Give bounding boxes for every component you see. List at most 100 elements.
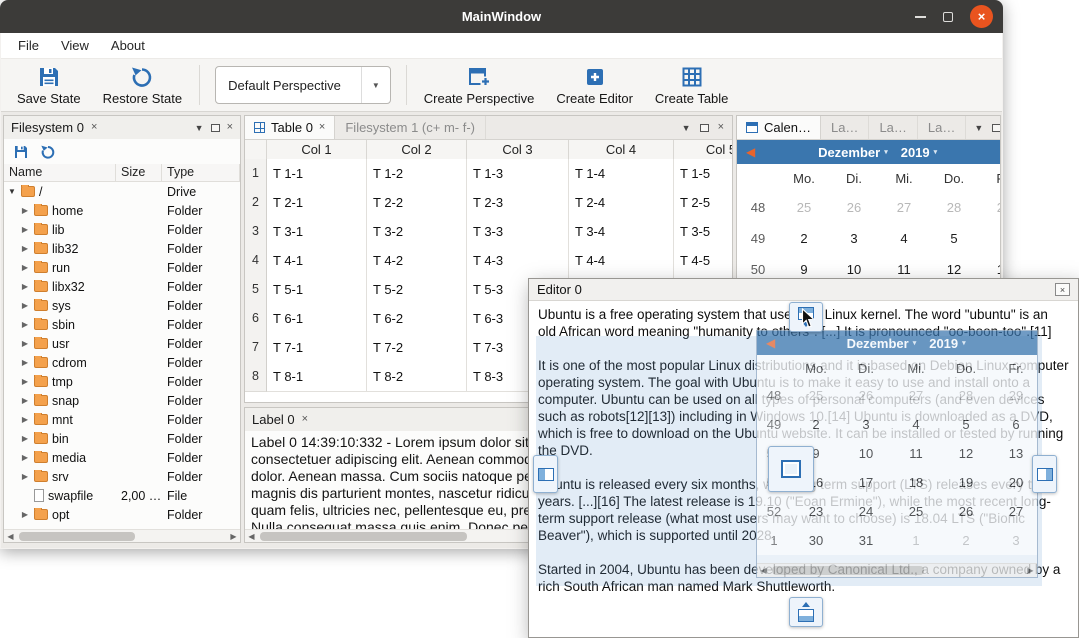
row-header[interactable]: 7 bbox=[245, 333, 267, 363]
table-cell[interactable]: T 5-2 bbox=[367, 275, 467, 305]
row-header[interactable]: 3 bbox=[245, 217, 267, 247]
maximize-button[interactable] bbox=[943, 12, 953, 22]
dock-drop-left-indicator[interactable] bbox=[533, 455, 558, 493]
tree-row[interactable]: / Drive bbox=[4, 182, 240, 201]
save-icon[interactable] bbox=[13, 144, 29, 160]
minimize-button[interactable] bbox=[915, 16, 926, 18]
table-cell[interactable]: T 8-2 bbox=[367, 362, 467, 392]
column-header-type[interactable]: Type bbox=[162, 164, 240, 181]
dock-float-icon[interactable] bbox=[700, 124, 709, 132]
year-dropdown-icon[interactable]: ▾ bbox=[934, 148, 938, 156]
dock-drop-right-indicator[interactable] bbox=[1032, 455, 1057, 493]
tree-row[interactable]: usr Folder bbox=[4, 334, 240, 353]
chevron-down-icon[interactable]: ▼ bbox=[361, 67, 390, 103]
table-cell[interactable]: T 6-1 bbox=[267, 304, 367, 334]
tab-label-dock[interactable]: La… bbox=[918, 116, 966, 139]
calendar-day[interactable]: 6 bbox=[979, 231, 1001, 246]
calendar-day[interactable]: 13 bbox=[979, 262, 1001, 277]
tree-row[interactable]: libx32 Folder bbox=[4, 277, 240, 296]
tree-row[interactable]: swapfile 2,00 … File bbox=[4, 486, 240, 505]
expander-icon[interactable] bbox=[20, 225, 30, 234]
row-header[interactable]: 5 bbox=[245, 275, 267, 305]
tree-row[interactable]: home Folder bbox=[4, 201, 240, 220]
column-header-name[interactable]: Name bbox=[4, 164, 116, 181]
expander-icon[interactable] bbox=[20, 510, 30, 519]
tab-label-dock[interactable]: La… bbox=[821, 116, 869, 139]
tree-row[interactable]: tmp Folder bbox=[4, 372, 240, 391]
tab-calendar[interactable]: Calen… bbox=[737, 116, 821, 139]
expander-icon[interactable] bbox=[20, 434, 30, 443]
expander-icon[interactable] bbox=[20, 453, 30, 462]
horizontal-scrollbar[interactable]: ◀ ▶ bbox=[4, 529, 240, 542]
calendar-day[interactable]: 27 bbox=[879, 200, 929, 215]
calendar-day[interactable]: 10 bbox=[829, 262, 879, 277]
dock-drop-center-indicator[interactable] bbox=[768, 446, 814, 492]
tree-row[interactable]: sys Folder bbox=[4, 296, 240, 315]
calendar-day[interactable]: 29 bbox=[979, 200, 1001, 215]
tab-close-icon[interactable]: × bbox=[302, 414, 308, 425]
calendar-day[interactable]: 9 bbox=[779, 262, 829, 277]
calendar-day[interactable]: 3 bbox=[829, 231, 879, 246]
tree-row[interactable]: run Folder bbox=[4, 258, 240, 277]
expander-icon[interactable] bbox=[20, 320, 30, 329]
month-dropdown-icon[interactable]: ▾ bbox=[884, 148, 888, 156]
tree-row[interactable]: mnt Folder bbox=[4, 410, 240, 429]
expander-icon[interactable] bbox=[20, 282, 30, 291]
row-header[interactable]: 1 bbox=[245, 159, 267, 189]
tree-row[interactable]: lib32 Folder bbox=[4, 239, 240, 258]
table-cell[interactable]: T 4-5 bbox=[674, 246, 732, 276]
column-header-size[interactable]: Size bbox=[116, 164, 162, 181]
table-cell[interactable]: T 6-2 bbox=[367, 304, 467, 334]
expander-icon[interactable] bbox=[20, 358, 30, 367]
expander-icon[interactable] bbox=[20, 301, 30, 310]
editor-close-button[interactable]: × bbox=[1055, 283, 1070, 296]
expander-icon[interactable] bbox=[20, 244, 30, 253]
table-cell[interactable]: T 2-5 bbox=[674, 188, 732, 218]
table-cell[interactable]: T 4-3 bbox=[467, 246, 569, 276]
calendar-day[interactable]: 5 bbox=[929, 231, 979, 246]
table-cell[interactable]: T 2-1 bbox=[267, 188, 367, 218]
tab-close-icon[interactable]: × bbox=[91, 122, 97, 133]
table-cell[interactable]: T 3-4 bbox=[569, 217, 674, 247]
filesystem-dock-titlebar[interactable]: Filesystem 0 × ▼ × bbox=[4, 116, 240, 139]
restore-icon[interactable] bbox=[40, 144, 56, 160]
create-table-button[interactable]: Create Table bbox=[645, 63, 738, 108]
calendar-day[interactable]: 12 bbox=[929, 262, 979, 277]
table-cell[interactable]: T 2-3 bbox=[467, 188, 569, 218]
menu-item[interactable]: View bbox=[50, 35, 100, 56]
create-editor-button[interactable]: Create Editor bbox=[546, 63, 643, 108]
tab-label-dock[interactable]: La… bbox=[869, 116, 917, 139]
create-perspective-button[interactable]: Create Perspective bbox=[414, 63, 545, 108]
row-header[interactable]: 4 bbox=[245, 246, 267, 276]
table-cell[interactable]: T 1-3 bbox=[467, 159, 569, 189]
table-cell[interactable]: T 3-1 bbox=[267, 217, 367, 247]
menu-item[interactable]: About bbox=[100, 35, 156, 56]
perspective-select[interactable]: Default Perspective ▼ bbox=[215, 66, 391, 104]
close-button[interactable]: × bbox=[970, 5, 993, 28]
calendar-day[interactable]: 4 bbox=[879, 231, 929, 246]
tab-close-icon[interactable]: × bbox=[319, 122, 325, 133]
calendar-month[interactable]: Dezember bbox=[818, 145, 880, 160]
dock-menu-icon[interactable]: ▼ bbox=[682, 123, 691, 133]
column-header[interactable]: Col 5 bbox=[674, 140, 732, 160]
column-header[interactable]: Col 4 bbox=[569, 140, 674, 160]
expander-icon[interactable] bbox=[20, 396, 30, 405]
expander-icon[interactable] bbox=[20, 206, 30, 215]
tab-table-0[interactable]: Table 0 × bbox=[245, 116, 335, 139]
expander-icon[interactable] bbox=[20, 377, 30, 386]
expander-icon[interactable] bbox=[20, 263, 30, 272]
table-cell[interactable]: T 8-1 bbox=[267, 362, 367, 392]
expander-icon[interactable] bbox=[20, 339, 30, 348]
table-cell[interactable]: T 7-1 bbox=[267, 333, 367, 363]
dock-close-icon[interactable]: × bbox=[227, 122, 233, 133]
calendar-day[interactable]: 2 bbox=[779, 231, 829, 246]
scroll-left-icon[interactable]: ◀ bbox=[245, 532, 258, 541]
dock-float-icon[interactable] bbox=[992, 124, 1001, 132]
table-cell[interactable]: T 1-4 bbox=[569, 159, 674, 189]
table-cell[interactable]: T 4-4 bbox=[569, 246, 674, 276]
table-cell[interactable]: T 4-2 bbox=[367, 246, 467, 276]
scroll-right-icon[interactable]: ▶ bbox=[227, 532, 240, 541]
row-header[interactable]: 8 bbox=[245, 362, 267, 392]
prev-month-icon[interactable]: ◀ bbox=[737, 145, 764, 159]
column-header[interactable]: Col 3 bbox=[467, 140, 569, 160]
